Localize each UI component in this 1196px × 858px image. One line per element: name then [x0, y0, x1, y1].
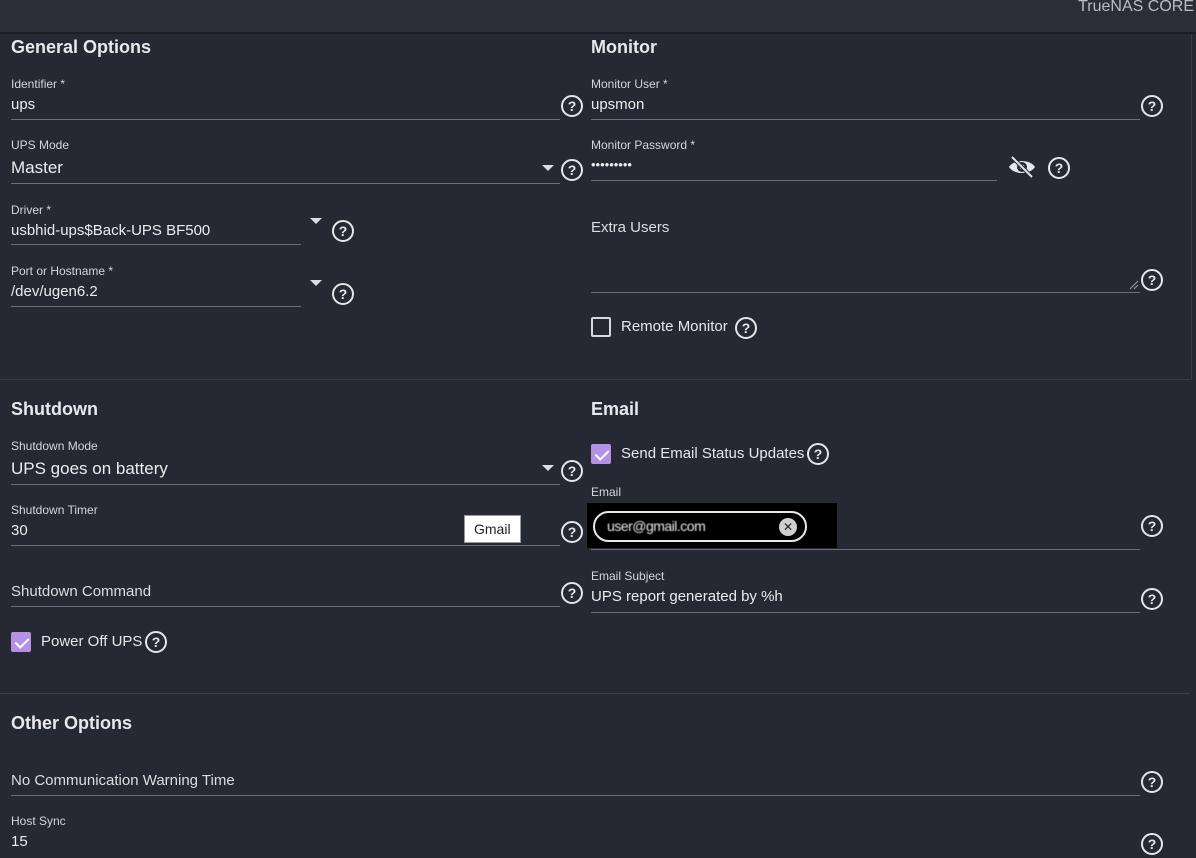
shutdown-mode-label: Shutdown Mode	[11, 439, 98, 453]
email-subject-label: Email Subject	[591, 569, 665, 583]
chip-remove-close-icon[interactable]: ✕	[779, 518, 797, 536]
host-sync-label: Host Sync	[11, 814, 66, 828]
remote-monitor-checkbox[interactable]	[591, 317, 611, 337]
email-title: Email	[591, 399, 640, 419]
send-email-label: Send Email Status Updates	[621, 445, 805, 462]
extra-users-help-icon[interactable]: ?	[1141, 269, 1163, 291]
right-border	[1191, 34, 1192, 380]
monitor-user-input[interactable]: upsmon	[591, 96, 1131, 113]
shutdown-timer-underline	[11, 545, 560, 546]
driver-underline	[11, 244, 301, 245]
driver-label: Driver *	[11, 203, 52, 217]
tooltip: Gmail	[464, 515, 521, 543]
ups-mode-label: UPS Mode	[11, 138, 70, 152]
ups-mode-chevron-down-icon[interactable]	[542, 165, 554, 171]
port-select[interactable]: /dev/ugen6.2	[11, 283, 301, 300]
monitor-user-underline	[591, 119, 1140, 120]
top-bar: TrueNAS CORE	[0, 0, 1196, 34]
monitor-password-help-icon[interactable]: ?	[1048, 157, 1070, 179]
email-subject-underline	[591, 612, 1140, 613]
email-label: Email	[591, 485, 622, 499]
other-options-title: Other Options	[11, 713, 132, 733]
remote-monitor-help-icon[interactable]: ?	[735, 317, 757, 339]
port-underline	[11, 306, 301, 307]
extra-users-underline	[591, 292, 1140, 293]
remote-monitor-label: Remote Monitor	[621, 318, 728, 335]
monitor-title: Monitor	[591, 37, 657, 57]
identifier-help-icon[interactable]: ?	[561, 95, 583, 117]
brand-name: TrueNAS CORE	[1078, 0, 1194, 15]
no-communication-underline	[11, 795, 1140, 796]
monitor-password-label: Monitor Password *	[591, 138, 696, 152]
power-off-ups-checkbox[interactable]	[11, 632, 31, 652]
email-chip-list[interactable]: user@gmail.com ✕	[587, 503, 837, 548]
port-chevron-down-icon[interactable]	[310, 280, 322, 286]
send-email-checkbox[interactable]	[591, 444, 611, 464]
email-subject-input[interactable]: UPS report generated by %h	[591, 588, 1131, 605]
monitor-user-help-icon[interactable]: ?	[1141, 95, 1163, 117]
identifier-label: Identifier *	[11, 77, 66, 91]
resize-handle-icon[interactable]	[1129, 280, 1139, 290]
section-divider-1	[0, 379, 1190, 380]
email-help-icon[interactable]: ?	[1141, 515, 1163, 537]
send-email-help-icon[interactable]: ?	[807, 443, 829, 465]
eye-off-icon[interactable]	[1007, 155, 1037, 179]
shutdown-timer-input[interactable]: 30	[11, 522, 451, 539]
host-sync-help-icon[interactable]: ?	[1141, 833, 1163, 855]
driver-select[interactable]: usbhid-ups$Back-UPS BF500	[11, 222, 301, 239]
shutdown-mode-chevron-down-icon[interactable]	[542, 465, 554, 471]
driver-chevron-down-icon[interactable]	[310, 218, 322, 224]
shutdown-mode-underline	[11, 484, 560, 485]
port-label: Port or Hostname *	[11, 264, 114, 278]
monitor-password-underline	[591, 180, 997, 181]
email-underline	[591, 549, 1140, 550]
port-help-icon[interactable]: ?	[332, 283, 354, 305]
power-off-ups-help-icon[interactable]: ?	[145, 631, 167, 653]
monitor-user-label: Monitor User *	[591, 77, 668, 91]
identifier-underline	[11, 119, 560, 120]
power-off-ups-label: Power Off UPS	[41, 633, 143, 650]
host-sync-input[interactable]: 15	[11, 833, 1131, 850]
shutdown-title: Shutdown	[11, 399, 98, 419]
identifier-input[interactable]: ups	[11, 96, 556, 113]
extra-users-textarea[interactable]: Extra Users	[591, 219, 1131, 236]
no-communication-help-icon[interactable]: ?	[1141, 771, 1163, 793]
driver-help-icon[interactable]: ?	[332, 220, 354, 242]
ups-mode-underline	[11, 183, 560, 184]
no-communication-warning-input[interactable]: No Communication Warning Time	[11, 772, 1131, 789]
shutdown-timer-help-icon[interactable]: ?	[561, 521, 583, 543]
ups-mode-help-icon[interactable]: ?	[561, 159, 583, 181]
email-chip-text: user@gmail.com	[607, 518, 706, 534]
monitor-password-input[interactable]: •••••••••	[591, 157, 991, 172]
shutdown-mode-select[interactable]: UPS goes on battery	[11, 459, 531, 479]
shutdown-mode-help-icon[interactable]: ?	[561, 460, 583, 482]
shutdown-command-input[interactable]: Shutdown Command	[11, 583, 551, 600]
shutdown-command-underline	[11, 606, 560, 607]
shutdown-timer-label: Shutdown Timer	[11, 503, 98, 517]
general-options-title: General Options	[11, 37, 152, 57]
section-divider-2	[0, 693, 1190, 694]
email-subject-help-icon[interactable]: ?	[1141, 588, 1163, 610]
ups-mode-select[interactable]: Master	[11, 158, 531, 178]
shutdown-command-help-icon[interactable]: ?	[561, 582, 583, 604]
email-chip[interactable]: user@gmail.com ✕	[593, 511, 807, 542]
